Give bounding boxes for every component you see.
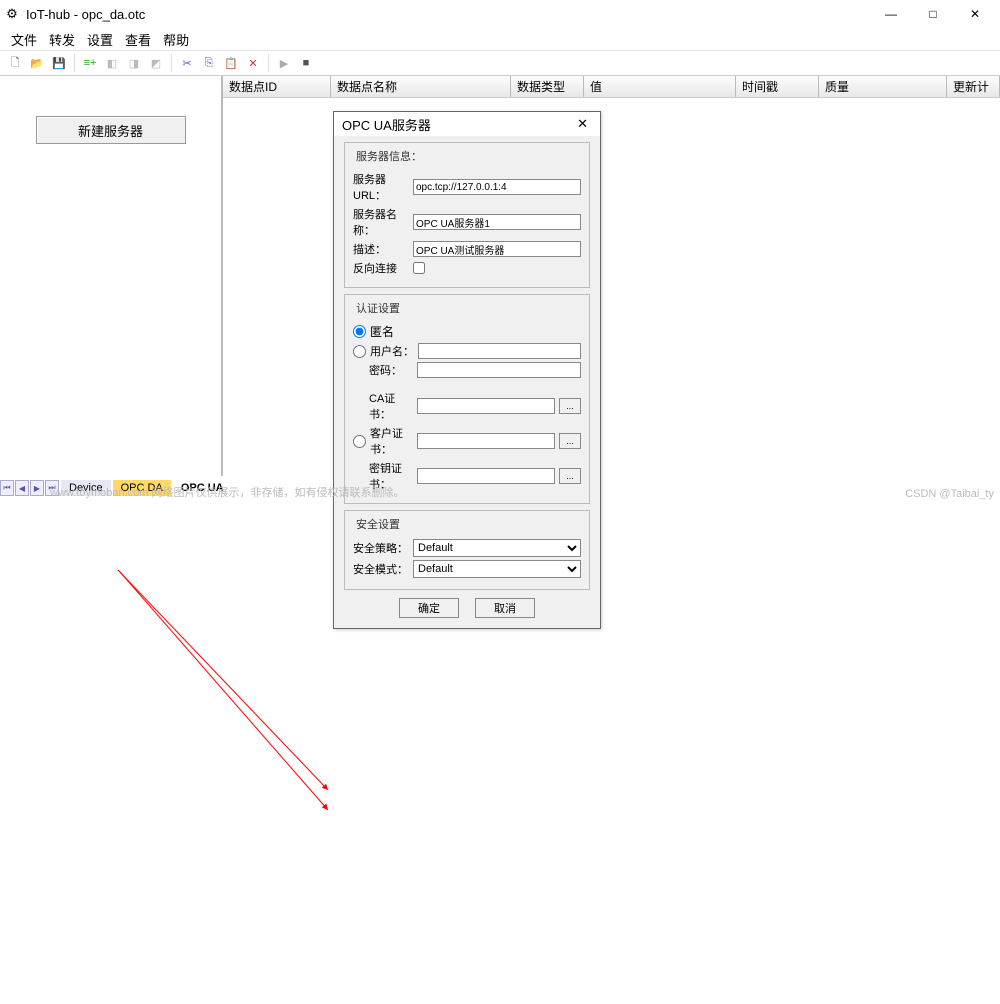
tool-icon-1[interactable]: ◧ [101, 53, 123, 73]
ca-browse-button[interactable]: ... [559, 398, 581, 414]
security-legend: 安全设置 [353, 516, 403, 532]
dialog-title-bar[interactable]: OPC UA服务器 ✕ [334, 112, 600, 136]
stop-icon[interactable]: ■ [295, 53, 317, 73]
nav-first-icon[interactable]: ⏮ [0, 480, 14, 496]
dialog-buttons: 确定 取消 [344, 596, 590, 618]
user-radio[interactable] [353, 345, 366, 358]
separator [74, 54, 75, 72]
titlebar: ⚙ IoT-hub - opc_da.otc — □ ✕ [0, 0, 1000, 28]
menu-file[interactable]: 文件 [6, 29, 42, 50]
tool-icon-2[interactable]: ◨ [123, 53, 145, 73]
toolbar: 🗋 📂 💾 ≡+ ◧ ◨ ◩ ✂ ⎘ 📋 ✕ ▶ ■ [0, 50, 1000, 76]
url-label: 服务器URL： [353, 171, 413, 203]
server-info-group: 服务器信息： 服务器URL： 服务器名称： 描述： 反向连接 [344, 142, 590, 288]
separator [171, 54, 172, 72]
menu-view[interactable]: 查看 [120, 29, 156, 50]
policy-select[interactable]: Default [413, 539, 581, 557]
dialog-close-icon[interactable]: ✕ [573, 116, 592, 132]
col-type[interactable]: 数据类型 [511, 76, 584, 97]
anon-radio[interactable] [353, 325, 366, 338]
credit: CSDN @Taibai_ty [905, 488, 994, 500]
save-icon[interactable]: 💾 [48, 53, 70, 73]
reverse-label: 反向连接 [353, 260, 413, 276]
minimize-button[interactable]: — [870, 0, 912, 28]
separator [268, 54, 269, 72]
window-title: IoT-hub - opc_da.otc [26, 7, 870, 22]
mode-select[interactable]: Default [413, 560, 581, 578]
ca-input[interactable] [417, 398, 555, 414]
dialog-title: OPC UA服务器 [342, 115, 573, 134]
sidebar-body: 新建服务器 [0, 76, 221, 476]
cancel-button[interactable]: 取消 [475, 598, 535, 618]
col-name[interactable]: 数据点名称 [331, 76, 511, 97]
nav-next-icon[interactable]: ▶ [30, 480, 44, 496]
cut-icon[interactable]: ✂ [176, 53, 198, 73]
user-label: 用户名： [370, 343, 418, 359]
key-browse-button[interactable]: ... [559, 468, 581, 484]
app-icon: ⚙ [4, 6, 20, 22]
client-cert-label: 客户证书： [370, 425, 417, 457]
desc-input[interactable] [413, 241, 581, 257]
client-cert-browse-button[interactable]: ... [559, 433, 581, 449]
tool-icon-3[interactable]: ◩ [145, 53, 167, 73]
menubar: 文件 转发 设置 查看 帮助 [0, 28, 1000, 50]
opc-ua-server-dialog: OPC UA服务器 ✕ 服务器信息： 服务器URL： 服务器名称： 描述： 反向… [333, 111, 601, 629]
url-input[interactable] [413, 179, 581, 195]
user-input[interactable] [418, 343, 581, 359]
open-icon[interactable]: 📂 [26, 53, 48, 73]
play-icon[interactable]: ▶ [273, 53, 295, 73]
window-controls: — □ ✕ [870, 0, 996, 28]
auth-legend: 认证设置 [353, 300, 403, 316]
maximize-button[interactable]: □ [912, 0, 954, 28]
menu-forward[interactable]: 转发 [44, 29, 80, 50]
new-icon[interactable]: 🗋 [4, 53, 26, 73]
col-time[interactable]: 时间戳 [736, 76, 819, 97]
server-info-legend: 服务器信息： [353, 148, 425, 164]
grid-header: 数据点ID 数据点名称 数据类型 值 时间戳 质量 更新计 [223, 76, 1000, 98]
cert-radio[interactable] [353, 435, 366, 448]
policy-label: 安全策略： [353, 540, 413, 556]
ca-label: CA证书： [369, 390, 417, 422]
copy-icon[interactable]: ⎘ [198, 53, 220, 73]
menu-help[interactable]: 帮助 [158, 29, 194, 50]
add-server-icon[interactable]: ≡+ [79, 53, 101, 73]
ok-button[interactable]: 确定 [399, 598, 459, 618]
menu-settings[interactable]: 设置 [82, 29, 118, 50]
desc-label: 描述： [353, 241, 413, 257]
close-button[interactable]: ✕ [954, 0, 996, 28]
name-label: 服务器名称： [353, 206, 413, 238]
col-id[interactable]: 数据点ID [223, 76, 331, 97]
paste-icon[interactable]: 📋 [220, 53, 242, 73]
pass-label: 密码： [369, 362, 417, 378]
dialog-body: 服务器信息： 服务器URL： 服务器名称： 描述： 反向连接 认证设置 匿名 用… [334, 136, 600, 628]
key-input[interactable] [417, 468, 555, 484]
sidebar: 新建服务器 [0, 76, 223, 476]
delete-icon[interactable]: ✕ [242, 53, 264, 73]
col-quality[interactable]: 质量 [819, 76, 947, 97]
mode-label: 安全模式： [353, 561, 413, 577]
nav-prev-icon[interactable]: ◀ [15, 480, 29, 496]
anon-label: 匿名 [370, 323, 394, 340]
security-group: 安全设置 安全策略：Default 安全模式：Default [344, 510, 590, 590]
pass-input[interactable] [417, 362, 581, 378]
col-value[interactable]: 值 [584, 76, 736, 97]
new-server-button[interactable]: 新建服务器 [36, 116, 186, 144]
name-input[interactable] [413, 214, 581, 230]
col-update[interactable]: 更新计 [947, 76, 1000, 97]
auth-group: 认证设置 匿名 用户名： 密码： CA证书：... 客户证书：... 密钥证书：… [344, 294, 590, 504]
client-cert-input[interactable] [417, 433, 555, 449]
watermark: www.toymoban.com 网络图片仅供展示，非存储，如有侵权请联系删除。 [50, 484, 404, 500]
reverse-checkbox[interactable] [413, 262, 425, 274]
